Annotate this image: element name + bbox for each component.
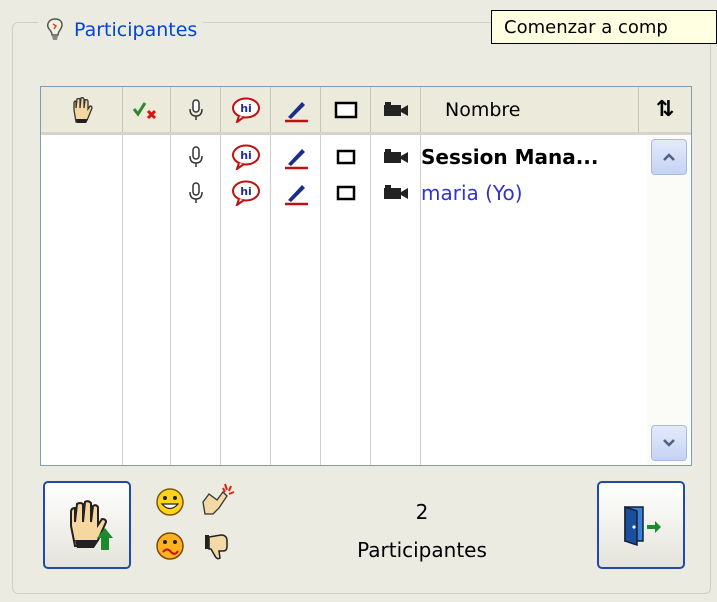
smile-icon [156, 488, 184, 516]
tooltip: Comenzar a comp [491, 10, 717, 44]
smile-emoji-button[interactable] [152, 484, 188, 520]
video-camera-icon[interactable] [371, 139, 421, 175]
chat-hi-icon[interactable]: hi [221, 175, 271, 211]
sort-icon: ⇅ [655, 97, 675, 122]
scroll-up-button[interactable] [651, 139, 687, 175]
raise-hand-up-icon [70, 500, 113, 550]
chevron-down-icon [663, 439, 675, 447]
chat-hi-icon[interactable]: hi [221, 139, 271, 175]
column-microphone[interactable] [171, 87, 221, 132]
scroll-down-button[interactable] [651, 425, 687, 461]
video-camera-icon[interactable] [371, 175, 421, 211]
column-check[interactable] [123, 87, 171, 132]
chat-hi-icon: hi [231, 97, 260, 123]
column-name[interactable]: Nombre [421, 87, 639, 132]
sort-button[interactable]: ⇅ [639, 87, 691, 132]
participant-count-label: Participantes [357, 538, 487, 562]
panel-header: Participantes [38, 10, 204, 50]
confused-icon [156, 532, 184, 560]
column-pen[interactable] [271, 87, 321, 132]
thumbs-down-emoji-button[interactable] [198, 528, 238, 564]
thumbs-down-icon [205, 534, 228, 560]
list-header: hi Nombre ⇅ [41, 87, 691, 135]
participant-list[interactable]: hi Nombre ⇅ hi Session Mana... hi maria … [40, 86, 692, 466]
pen-icon[interactable] [271, 139, 321, 175]
column-raise-hand[interactable] [41, 87, 123, 132]
panel-title: Participantes [74, 19, 198, 41]
whiteboard-icon[interactable] [321, 175, 371, 211]
list-item[interactable]: hi maria (Yo) [41, 175, 641, 211]
column-video[interactable] [371, 87, 421, 132]
whiteboard-icon[interactable] [321, 139, 371, 175]
svg-text:hi: hi [240, 185, 252, 198]
video-camera-icon [383, 101, 408, 116]
vertical-scrollbar[interactable] [647, 135, 691, 465]
participant-count: 2 [415, 500, 429, 524]
exit-door-icon [624, 505, 661, 547]
column-chat[interactable]: hi [221, 87, 271, 132]
svg-text:hi: hi [240, 149, 252, 162]
chevron-up-icon [663, 153, 675, 161]
participant-name: maria (Yo) [421, 181, 523, 205]
raise-hand-icon [72, 96, 93, 123]
pen-icon[interactable] [271, 175, 321, 211]
svg-text:hi: hi [240, 102, 252, 115]
microphone-icon[interactable] [171, 139, 221, 175]
leave-session-button[interactable] [597, 481, 685, 569]
column-whiteboard[interactable] [321, 87, 371, 132]
list-item[interactable]: hi Session Mana... [41, 139, 641, 175]
applause-icon [202, 483, 235, 515]
column-name-label: Nombre [445, 98, 521, 121]
pen-icon [284, 101, 308, 122]
microphone-icon[interactable] [171, 175, 221, 211]
confused-emoji-button[interactable] [152, 528, 188, 564]
microphone-icon [188, 98, 203, 120]
bulb-icon [47, 18, 63, 40]
raise-hand-button[interactable] [43, 481, 131, 569]
whiteboard-icon [334, 101, 357, 118]
applause-emoji-button[interactable] [196, 480, 240, 520]
participant-name: Session Mana... [421, 145, 599, 169]
check-cross-icon [132, 101, 156, 119]
